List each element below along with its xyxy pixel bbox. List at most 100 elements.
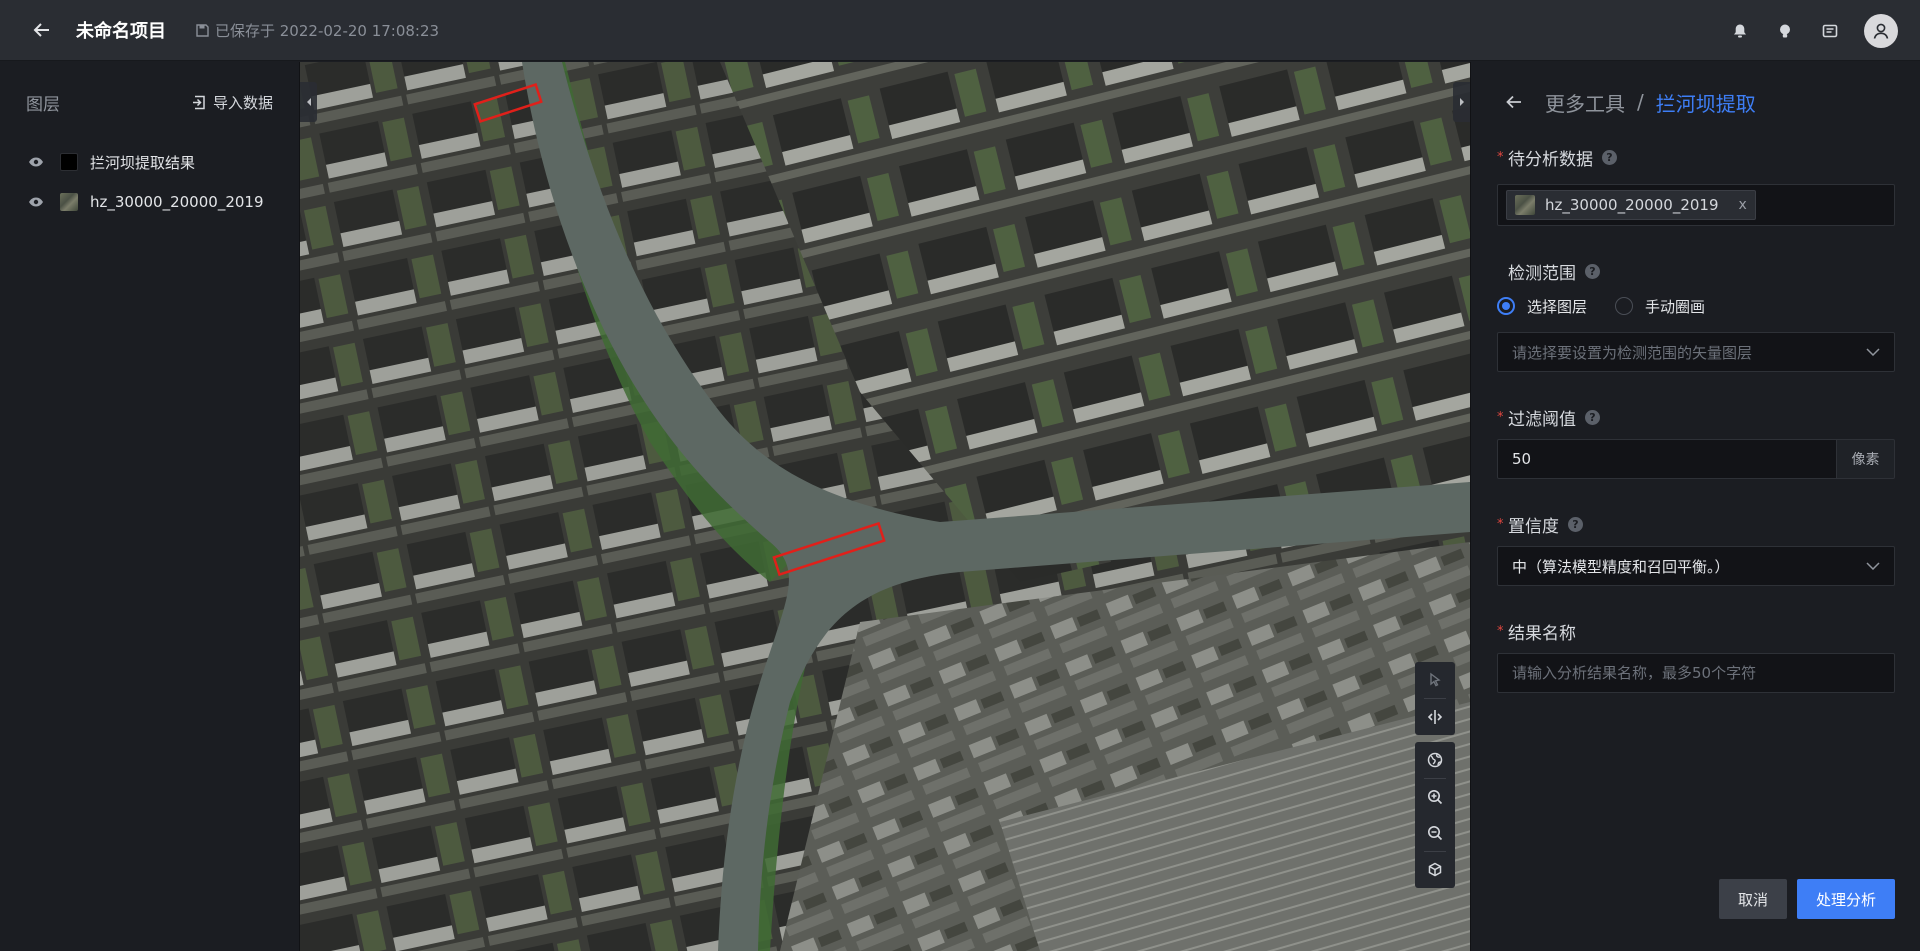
back-button[interactable] [26, 14, 58, 46]
data-field-label: * 待分析数据 ? [1497, 146, 1894, 170]
zoom-in-icon [1428, 790, 1443, 805]
layer-name: 拦河坝提取结果 [90, 153, 196, 172]
threshold-field-label: * 过滤阈值 ? [1497, 406, 1894, 430]
required-mark: * [1497, 516, 1504, 532]
eye-icon [29, 197, 43, 207]
save-status: 已保存于 2022-02-20 17:08:23 [196, 20, 439, 41]
layer-panel-header: 图层 导入数据 [0, 62, 299, 142]
radio-circle [1615, 297, 1634, 315]
threshold-input[interactable] [1497, 439, 1837, 479]
layer-panel: 图层 导入数据 拦河坝提取结果 hz_30000_20000_2019 [0, 62, 300, 951]
breadcrumb-parent[interactable]: 更多工具 [1545, 88, 1625, 117]
result-name-label-text: 结果名称 [1508, 623, 1576, 644]
zoom-out-button[interactable] [1415, 815, 1455, 851]
breadcrumb-current: 拦河坝提取 [1655, 91, 1756, 116]
tool-panel-header: 更多工具 / 拦河坝提取 [1471, 62, 1920, 142]
cancel-button[interactable]: 取消 [1719, 879, 1787, 919]
map-view[interactable] [300, 62, 1470, 951]
user-avatar[interactable] [1864, 13, 1898, 48]
tool-group [1415, 742, 1455, 888]
help-icon[interactable]: ? [1585, 263, 1600, 279]
project-title: 未命名项目 [76, 21, 166, 42]
threshold-unit: 像素 [1837, 439, 1895, 479]
split-compare-button[interactable] [1415, 699, 1455, 735]
save-status-text: 已保存于 2022-02-20 17:08:23 [215, 21, 440, 40]
threshold-input-group: 像素 [1497, 439, 1895, 479]
globe-icon [1427, 752, 1443, 768]
zoom-in-button[interactable] [1415, 779, 1455, 815]
radio-manual-draw-label: 手动圈画 [1645, 297, 1706, 316]
help-icon[interactable]: ? [1568, 516, 1583, 532]
tips-button[interactable] [1762, 0, 1807, 61]
split-icon [1427, 710, 1443, 724]
topbar-actions [1717, 0, 1920, 61]
radio-select-layer[interactable]: 选择图层 [1497, 296, 1587, 317]
layer-list: 拦河坝提取结果 hz_30000_20000_2019 [0, 142, 299, 222]
confidence-value: 中（算法模型精度和召回平衡。） [1512, 557, 1730, 576]
confidence-select[interactable]: 中（算法模型精度和召回平衡。） [1497, 546, 1895, 586]
required-mark: * [1497, 409, 1504, 425]
radio-manual-draw[interactable]: 手动圈画 [1615, 296, 1705, 317]
remove-tag-button[interactable]: x [1739, 197, 1747, 213]
message-icon [1822, 24, 1837, 37]
satellite-imagery [300, 62, 1470, 951]
arrow-left-icon [33, 23, 49, 37]
help-icon[interactable]: ? [1602, 149, 1617, 165]
save-icon [196, 23, 209, 37]
3d-view-button[interactable] [1415, 852, 1455, 888]
layer-swatch [60, 153, 78, 171]
visibility-toggle[interactable] [28, 154, 44, 170]
globe-button[interactable] [1415, 742, 1455, 778]
data-selector[interactable]: hz_30000_20000_2019 x [1497, 184, 1895, 226]
data-tag-label: hz_30000_20000_2019 [1545, 196, 1719, 214]
result-name-field-label: * 结果名称 [1497, 620, 1894, 644]
range-layer-select[interactable]: 请选择要设置为检测范围的矢量图层 [1497, 332, 1895, 372]
process-analysis-button[interactable]: 处理分析 [1797, 879, 1895, 919]
zoom-out-icon [1428, 826, 1443, 841]
data-label-text: 待分析数据 [1508, 149, 1593, 170]
user-icon [1873, 23, 1889, 39]
required-mark: * [1497, 149, 1504, 165]
layer-panel-title: 图层 [26, 94, 60, 115]
top-bar: 未命名项目 已保存于 2022-02-20 17:08:23 [0, 0, 1920, 61]
select-tool-button[interactable] [1415, 662, 1455, 698]
confidence-label-text: 置信度 [1508, 516, 1559, 537]
chevron-down-icon [1866, 348, 1880, 356]
map-toolbar [1415, 662, 1455, 895]
import-data-button[interactable]: 导入数据 [192, 92, 273, 113]
range-radio-group: 选择图层 手动圈画 [1497, 294, 1894, 318]
eye-icon [29, 157, 43, 167]
range-label-text: 检测范围 [1508, 263, 1576, 284]
lightbulb-icon [1779, 24, 1790, 37]
import-icon [192, 95, 205, 109]
collapse-left-panel-button[interactable] [300, 82, 317, 122]
notification-button[interactable] [1717, 0, 1762, 61]
layer-thumbnail [60, 193, 78, 211]
confidence-field-label: * 置信度 ? [1497, 513, 1894, 537]
message-button[interactable] [1807, 0, 1852, 61]
chevron-down-icon [1866, 562, 1880, 570]
arrow-left-icon [1506, 95, 1521, 109]
data-thumbnail [1515, 195, 1535, 215]
cube-icon [1428, 862, 1442, 877]
required-mark: * [1497, 623, 1504, 639]
caret-right-icon [1459, 98, 1464, 106]
import-data-label: 导入数据 [212, 93, 273, 112]
form-actions: 取消 处理分析 [1719, 879, 1895, 919]
tool-panel: 更多工具 / 拦河坝提取 * 待分析数据 ? hz_30000_20000_20… [1470, 62, 1920, 951]
caret-left-icon [306, 98, 311, 106]
breadcrumb-separator: / [1637, 90, 1644, 114]
result-name-input[interactable] [1497, 653, 1895, 693]
radio-circle-checked [1497, 297, 1515, 315]
threshold-label-text: 过滤阈值 [1508, 409, 1576, 430]
visibility-toggle[interactable] [28, 194, 44, 210]
layer-item[interactable]: hz_30000_20000_2019 [0, 182, 299, 222]
layer-item[interactable]: 拦河坝提取结果 [0, 142, 299, 182]
bell-icon [1733, 24, 1746, 37]
range-field-label: 检测范围 ? [1497, 260, 1894, 284]
help-icon[interactable]: ? [1585, 409, 1600, 425]
panel-back-button[interactable] [1501, 89, 1527, 115]
data-tag: hz_30000_20000_2019 x [1506, 190, 1756, 220]
collapse-right-panel-button[interactable] [1453, 82, 1470, 122]
pointer-icon [1430, 672, 1441, 687]
